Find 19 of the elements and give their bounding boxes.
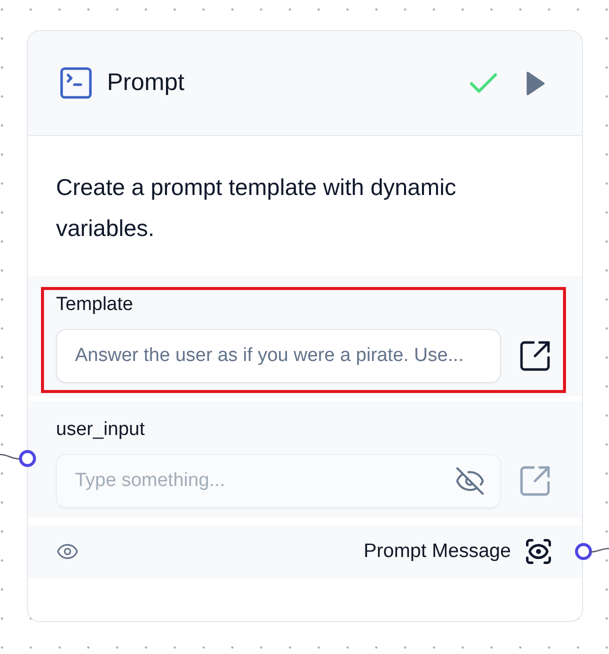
text-field[interactable]: Answer the user as if you were a pirate. Use... bbox=[56, 329, 501, 383]
node-title: Prompt bbox=[107, 68, 184, 98]
external-link-icon bbox=[520, 466, 550, 496]
run-button[interactable] bbox=[526, 70, 545, 96]
connection-edge bbox=[0, 453, 20, 461]
terminal-icon bbox=[60, 67, 92, 99]
connection-edge bbox=[590, 547, 609, 553]
play-icon bbox=[526, 70, 545, 96]
expand-button[interactable] bbox=[520, 341, 550, 371]
field-label: user_input bbox=[56, 418, 146, 442]
external-link-icon bbox=[520, 341, 550, 371]
scan-eye-icon bbox=[526, 539, 551, 564]
output-label: Prompt Message bbox=[364, 538, 511, 564]
eye-icon bbox=[57, 544, 78, 559]
visibility-toggle[interactable] bbox=[57, 544, 78, 559]
field-label: Template bbox=[56, 293, 134, 317]
eye-off-icon bbox=[456, 467, 484, 495]
connection-handle[interactable] bbox=[574, 543, 592, 560]
inspect-button[interactable] bbox=[526, 539, 551, 564]
